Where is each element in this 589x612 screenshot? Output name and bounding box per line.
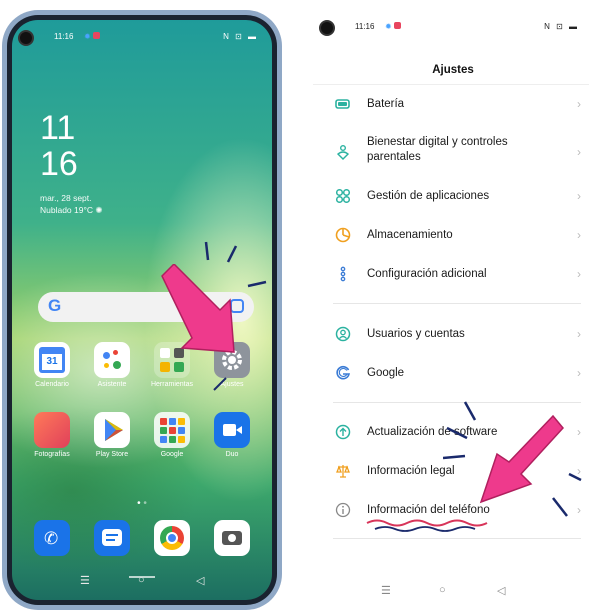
item-label: Configuración adicional	[367, 268, 487, 280]
dock-phone[interactable]: ✆	[26, 520, 78, 556]
app-calendario[interactable]: 31 Calendario	[26, 342, 78, 388]
battery-icon	[335, 99, 350, 109]
status-time: 11:16	[54, 32, 74, 41]
clock-minute: 16	[40, 145, 78, 183]
item-label: Usuarios y cuentas	[367, 328, 465, 340]
date-text: mar., 28 sept.	[40, 193, 92, 203]
chevron-right-icon: ›	[577, 267, 581, 281]
home-screen: 11:16 ✹ N ⊡ ▬ 11 16 mar., 28 sept. Nubla…	[12, 20, 272, 600]
status-time: 11:16	[355, 22, 375, 31]
status-bar: 11:16 ✹ N ⊡ ▬	[327, 16, 579, 31]
weather-text: Nublado 19°C ✺	[40, 204, 103, 216]
status-icons: N ⊡ ▬	[544, 22, 579, 31]
google-folder-icon	[154, 412, 190, 448]
notification-app-icon	[393, 22, 401, 29]
dock-chrome[interactable]	[146, 520, 198, 556]
page-indicator: • •	[137, 498, 147, 509]
settings-item-usuarios-cuentas[interactable]: Usuarios y cuentas ›	[313, 322, 589, 360]
settings-item-almacenamiento[interactable]: Almacenamiento ›	[313, 223, 589, 261]
app-label: Duo	[225, 451, 239, 458]
dock-camera[interactable]	[206, 520, 258, 556]
clock-hour: 11	[40, 109, 76, 147]
calendar-icon: 31	[34, 342, 70, 378]
navigation-bar: ☰ ○ ◁	[313, 584, 589, 604]
settings-item-configuracion-adicional[interactable]: Configuración adicional ›	[313, 262, 589, 300]
navigation-bar: ☰ ○ ◁	[12, 574, 272, 594]
camera-icon	[214, 520, 250, 556]
phone-call-icon: ✆	[34, 520, 70, 556]
notification-app-icon	[92, 32, 100, 39]
settings-screen: 11:16 ✹ N ⊡ ▬ Ajustes Batería › Bienesta…	[313, 10, 589, 610]
phone-home-screen: 11:16 ✹ N ⊡ ▬ 11 16 mar., 28 sept. Nubla…	[2, 10, 282, 610]
more-settings-icon	[340, 266, 346, 282]
app-label: Play Store	[95, 451, 129, 458]
app-label: Asistente	[97, 381, 127, 388]
back-button-icon[interactable]: ◁	[196, 574, 204, 587]
photos-icon	[34, 412, 70, 448]
title-divider	[313, 84, 589, 85]
notification-icons: ✹	[84, 32, 100, 41]
chevron-right-icon: ›	[577, 189, 581, 203]
status-icons: N ⊡ ▬	[223, 32, 258, 41]
storage-pie-icon	[335, 227, 351, 243]
messages-icon	[94, 520, 130, 556]
app-label: Calendario	[35, 381, 69, 388]
chevron-right-icon: ›	[577, 97, 581, 111]
chevron-right-icon: ›	[577, 327, 581, 341]
weather-value: Nublado 19°C	[40, 205, 94, 215]
app-duo[interactable]: Duo	[206, 412, 258, 458]
annotation-flare-lines	[443, 401, 582, 517]
item-label: Google	[367, 367, 405, 379]
calendar-number: 31	[42, 354, 62, 370]
app-play-store[interactable]: Play Store	[86, 412, 138, 458]
weather-icon: ✺	[95, 205, 103, 215]
item-label: Gestión de aplicaciones	[367, 190, 490, 202]
phone-settings-screen: 11:16 ✹ N ⊡ ▬ Ajustes Batería › Bienesta…	[313, 10, 589, 610]
notification-gear-icon: ✹	[84, 32, 91, 41]
page-title: Ajustes	[432, 64, 474, 76]
annotation-flare-lines-lower	[213, 377, 227, 391]
notification-icons: ✹	[385, 22, 401, 31]
google-logo-icon: G	[48, 296, 62, 315]
google-icon	[336, 365, 350, 380]
section-divider	[333, 538, 581, 539]
item-label: Bienestar digital y controles parentales	[367, 136, 508, 163]
legal-scale-icon	[336, 465, 350, 478]
app-asistente[interactable]: Asistente	[86, 342, 138, 388]
chrome-icon	[154, 520, 190, 556]
home-button-icon[interactable]: ○	[138, 574, 145, 586]
chevron-right-icon: ›	[577, 366, 581, 380]
app-label: Herramientas	[150, 381, 193, 388]
duo-video-icon	[214, 412, 250, 448]
update-icon	[335, 424, 351, 440]
item-label: Batería	[367, 98, 405, 110]
section-divider	[333, 303, 581, 304]
assistant-icon	[94, 342, 130, 378]
chevron-right-icon: ›	[577, 145, 581, 159]
user-icon	[335, 326, 351, 342]
app-label: Google	[160, 451, 184, 458]
item-label: Almacenamiento	[367, 229, 453, 241]
date-weather-widget[interactable]: mar., 28 sept. Nublado 19°C ✺	[40, 192, 103, 216]
settings-item-bateria[interactable]: Batería ›	[313, 92, 589, 130]
back-button-icon[interactable]: ◁	[497, 584, 505, 597]
recent-apps-icon[interactable]: ☰	[381, 584, 391, 597]
settings-item-gestion-aplicaciones[interactable]: Gestión de aplicaciones ›	[313, 184, 589, 222]
notification-gear-icon: ✹	[385, 22, 392, 31]
app-fotografias[interactable]: Fotografías	[26, 412, 78, 458]
wellbeing-icon	[336, 145, 350, 160]
settings-item-bienestar-digital[interactable]: Bienestar digital y controles parentales…	[313, 132, 589, 180]
app-google-folder[interactable]: Google	[146, 412, 198, 458]
apps-grid-icon	[335, 188, 351, 204]
annotation-flare-lines	[204, 241, 267, 288]
status-bar: 11:16 ✹ N ⊡ ▬	[26, 26, 258, 41]
app-label: Fotografías	[34, 451, 70, 458]
home-button-icon[interactable]: ○	[439, 584, 446, 596]
clock-widget[interactable]: 11 16	[40, 110, 78, 182]
dock-messages[interactable]	[86, 520, 138, 556]
info-icon	[335, 502, 351, 518]
chevron-right-icon: ›	[577, 228, 581, 242]
play-store-icon	[94, 412, 130, 448]
recent-apps-icon[interactable]: ☰	[80, 574, 90, 587]
